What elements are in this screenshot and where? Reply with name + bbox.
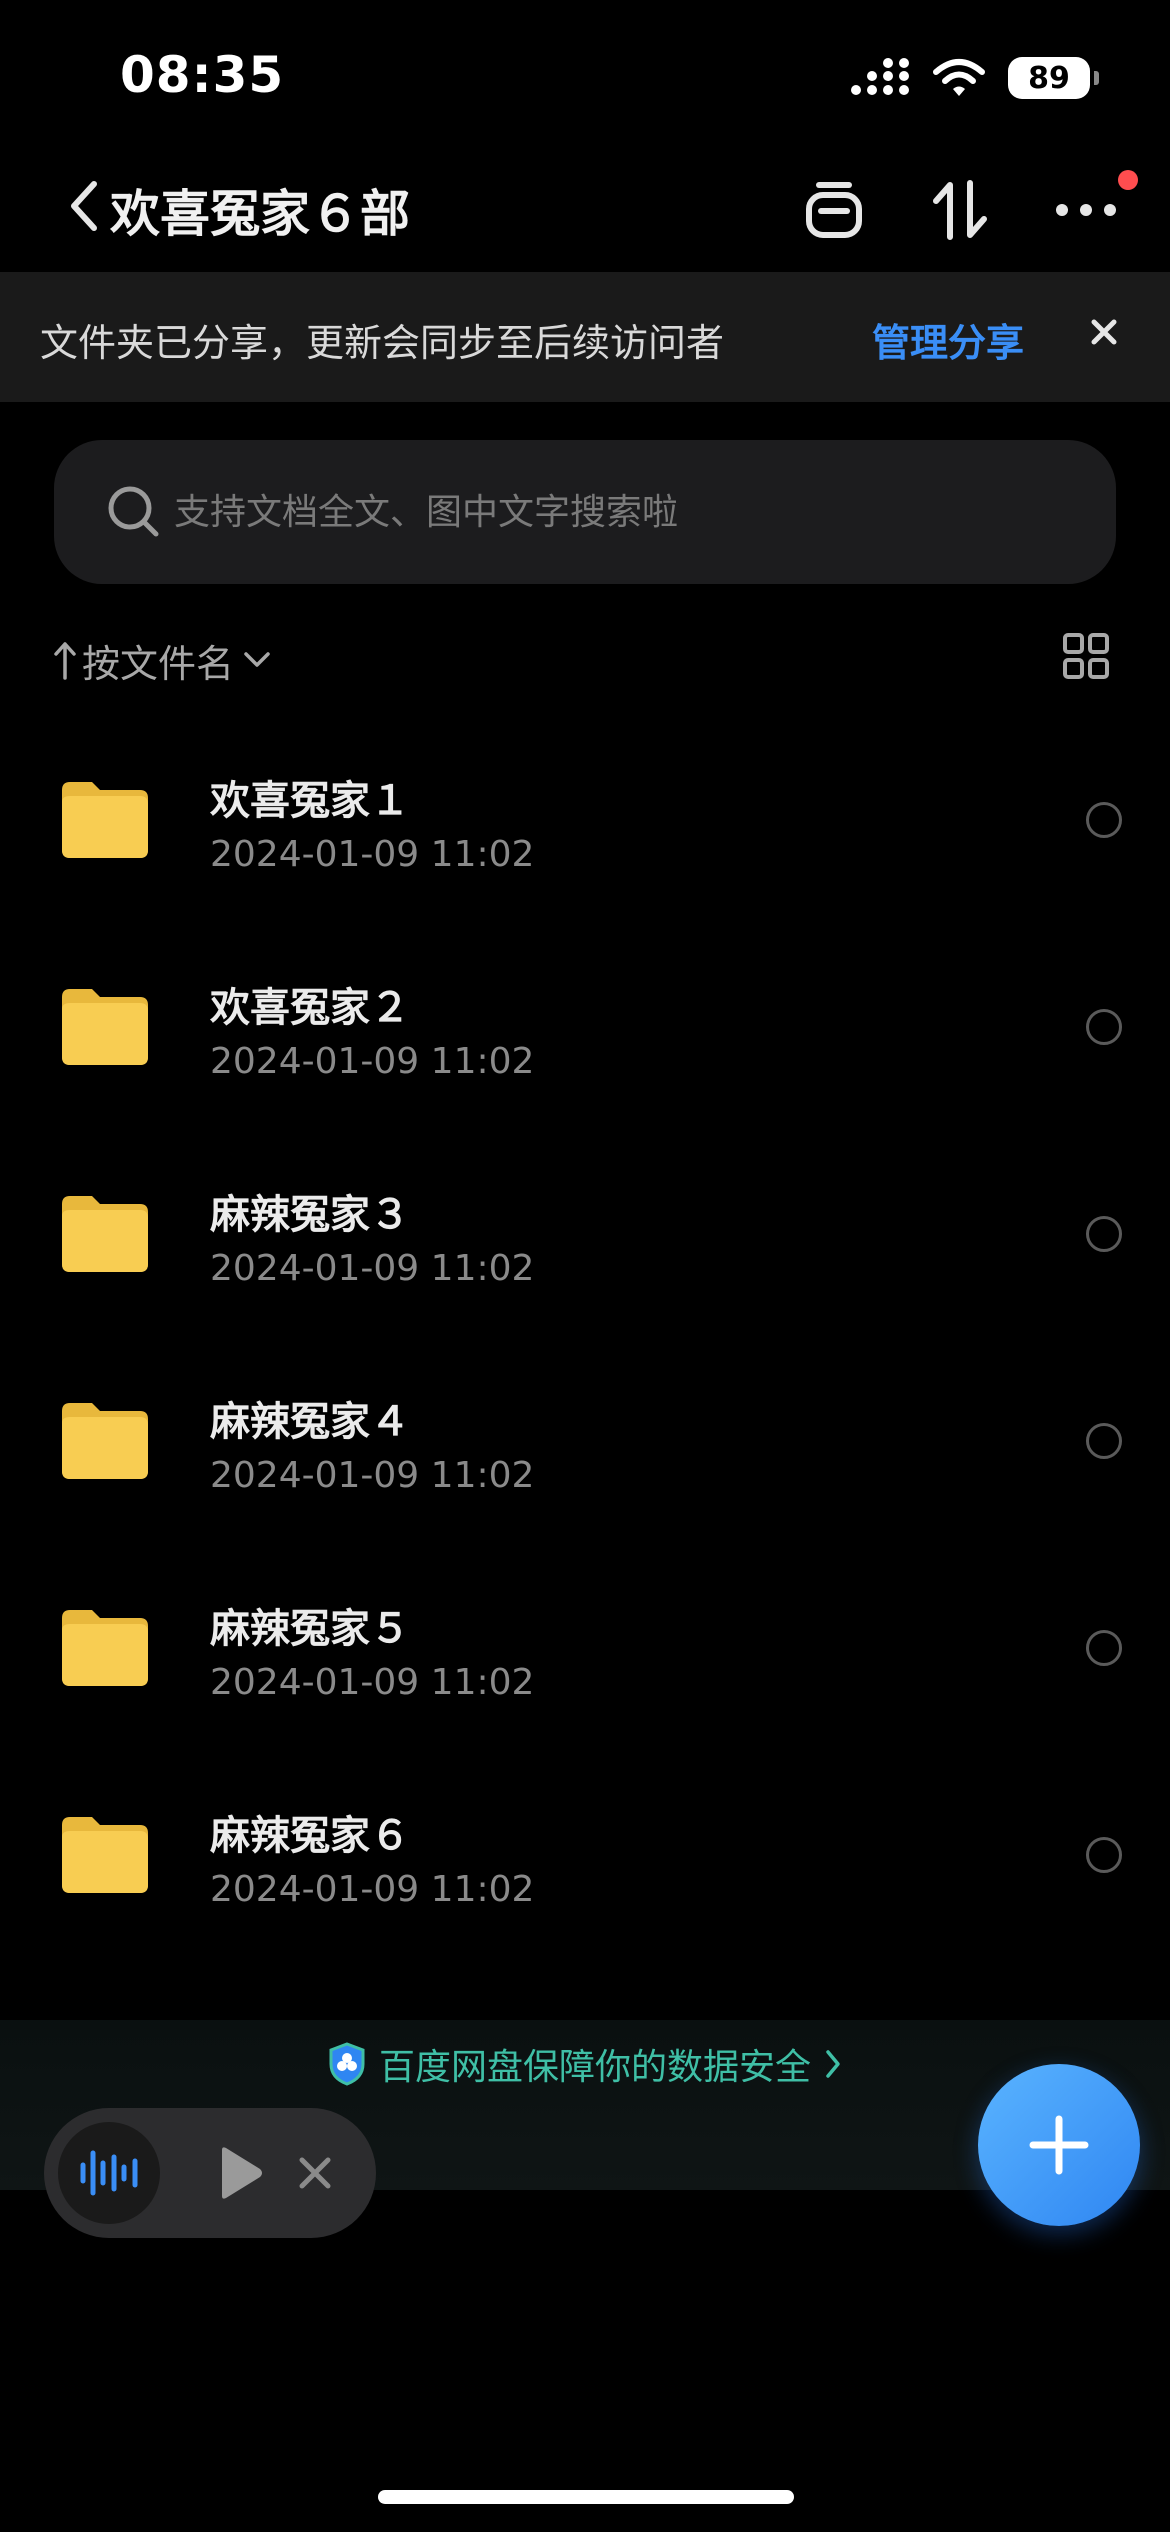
shield-icon <box>329 2042 365 2086</box>
file-name: 欢喜冤家２ <box>210 985 410 1031</box>
arrow-up-icon <box>54 642 76 680</box>
select-checkbox[interactable] <box>1086 1423 1122 1459</box>
select-checkbox[interactable] <box>1086 1009 1122 1045</box>
chevron-right-icon <box>826 2050 840 2078</box>
share-banner: 文件夹已分享，更新会同步至后续访问者 管理分享 <box>0 272 1170 402</box>
select-checkbox[interactable] <box>1086 1630 1122 1666</box>
select-checkbox[interactable] <box>1086 802 1122 838</box>
sort-transfer-button[interactable] <box>920 170 1000 250</box>
sound-wave-icon <box>80 2150 138 2196</box>
list-item[interactable]: 麻辣冤家３ 2024-01-09 11:02 <box>0 1130 1170 1337</box>
security-text: 百度网盘保障你的数据安全 <box>378 2047 811 2088</box>
status-indicators: 89 <box>848 54 1099 102</box>
file-list: 欢喜冤家１ 2024-01-09 11:02 欢喜冤家２ 2024-01-09 … <box>0 716 1170 1958</box>
file-date: 2024-01-09 11:02 <box>210 1662 535 1703</box>
select-checkbox[interactable] <box>1086 1837 1122 1873</box>
up-down-arrows-icon <box>933 180 987 240</box>
close-icon[interactable] <box>1084 312 1124 352</box>
search-bar[interactable] <box>54 440 1116 584</box>
list-item[interactable]: 欢喜冤家１ 2024-01-09 11:02 <box>0 716 1170 923</box>
list-item[interactable]: 麻辣冤家６ 2024-01-09 11:02 <box>0 1751 1170 1958</box>
home-indicator <box>378 2490 794 2504</box>
file-date: 2024-01-09 11:02 <box>210 1455 535 1496</box>
file-name: 麻辣冤家３ <box>210 1192 410 1238</box>
plus-icon <box>1029 2115 1089 2175</box>
manage-share-link[interactable]: 管理分享 <box>872 312 1024 367</box>
battery-indicator: 89 <box>1008 57 1099 99</box>
audio-wave-button[interactable] <box>58 2122 160 2224</box>
folder-icon <box>62 989 148 1065</box>
notification-dot <box>1118 170 1138 190</box>
grid-view-icon[interactable] <box>1062 632 1110 680</box>
more-button[interactable] <box>1046 170 1126 250</box>
file-name: 欢喜冤家１ <box>210 778 410 824</box>
list-item[interactable]: 麻辣冤家４ 2024-01-09 11:02 <box>0 1337 1170 1544</box>
status-time: 08:35 <box>120 46 285 104</box>
close-icon[interactable] <box>294 2152 336 2194</box>
file-date: 2024-01-09 11:02 <box>210 1041 535 1082</box>
file-date: 2024-01-09 11:02 <box>210 1248 535 1289</box>
back-chevron-icon[interactable] <box>62 178 108 234</box>
share-notice-text: 文件夹已分享，更新会同步至后续访问者 <box>40 321 725 365</box>
file-date: 2024-01-09 11:02 <box>210 1869 535 1910</box>
clipboard-tray-button[interactable] <box>794 170 874 250</box>
tray-icon <box>806 182 862 238</box>
file-name: 麻辣冤家６ <box>210 1813 410 1859</box>
folder-icon <box>62 1196 148 1272</box>
more-dots-icon <box>1056 204 1116 216</box>
folder-icon <box>62 782 148 858</box>
cellular-signal-icon <box>851 58 909 95</box>
list-item[interactable]: 欢喜冤家２ 2024-01-09 11:02 <box>0 923 1170 1130</box>
wifi-icon <box>933 59 985 96</box>
search-input[interactable] <box>174 482 1074 542</box>
list-item[interactable]: 麻辣冤家５ 2024-01-09 11:02 <box>0 1544 1170 1751</box>
add-button[interactable] <box>978 2064 1140 2226</box>
nav-bar: 欢喜冤家６部 <box>0 150 1170 270</box>
folder-icon <box>62 1403 148 1479</box>
file-date: 2024-01-09 11:02 <box>210 834 535 875</box>
mini-audio-player <box>44 2108 376 2238</box>
play-icon[interactable] <box>212 2146 266 2200</box>
search-icon <box>108 486 159 537</box>
file-name: 麻辣冤家４ <box>210 1399 410 1445</box>
security-link[interactable]: 百度网盘保障你的数据安全 <box>0 2036 1170 2092</box>
page-title: 欢喜冤家６部 <box>110 185 410 243</box>
sort-label: 按文件名 <box>82 641 235 686</box>
select-checkbox[interactable] <box>1086 1216 1122 1252</box>
sort-selector[interactable]: 按文件名 <box>54 630 274 690</box>
folder-icon <box>62 1610 148 1686</box>
chevron-down-icon <box>244 652 270 667</box>
file-name: 麻辣冤家５ <box>210 1606 410 1652</box>
status-bar: 08:35 89 <box>0 0 1170 150</box>
folder-icon <box>62 1817 148 1893</box>
